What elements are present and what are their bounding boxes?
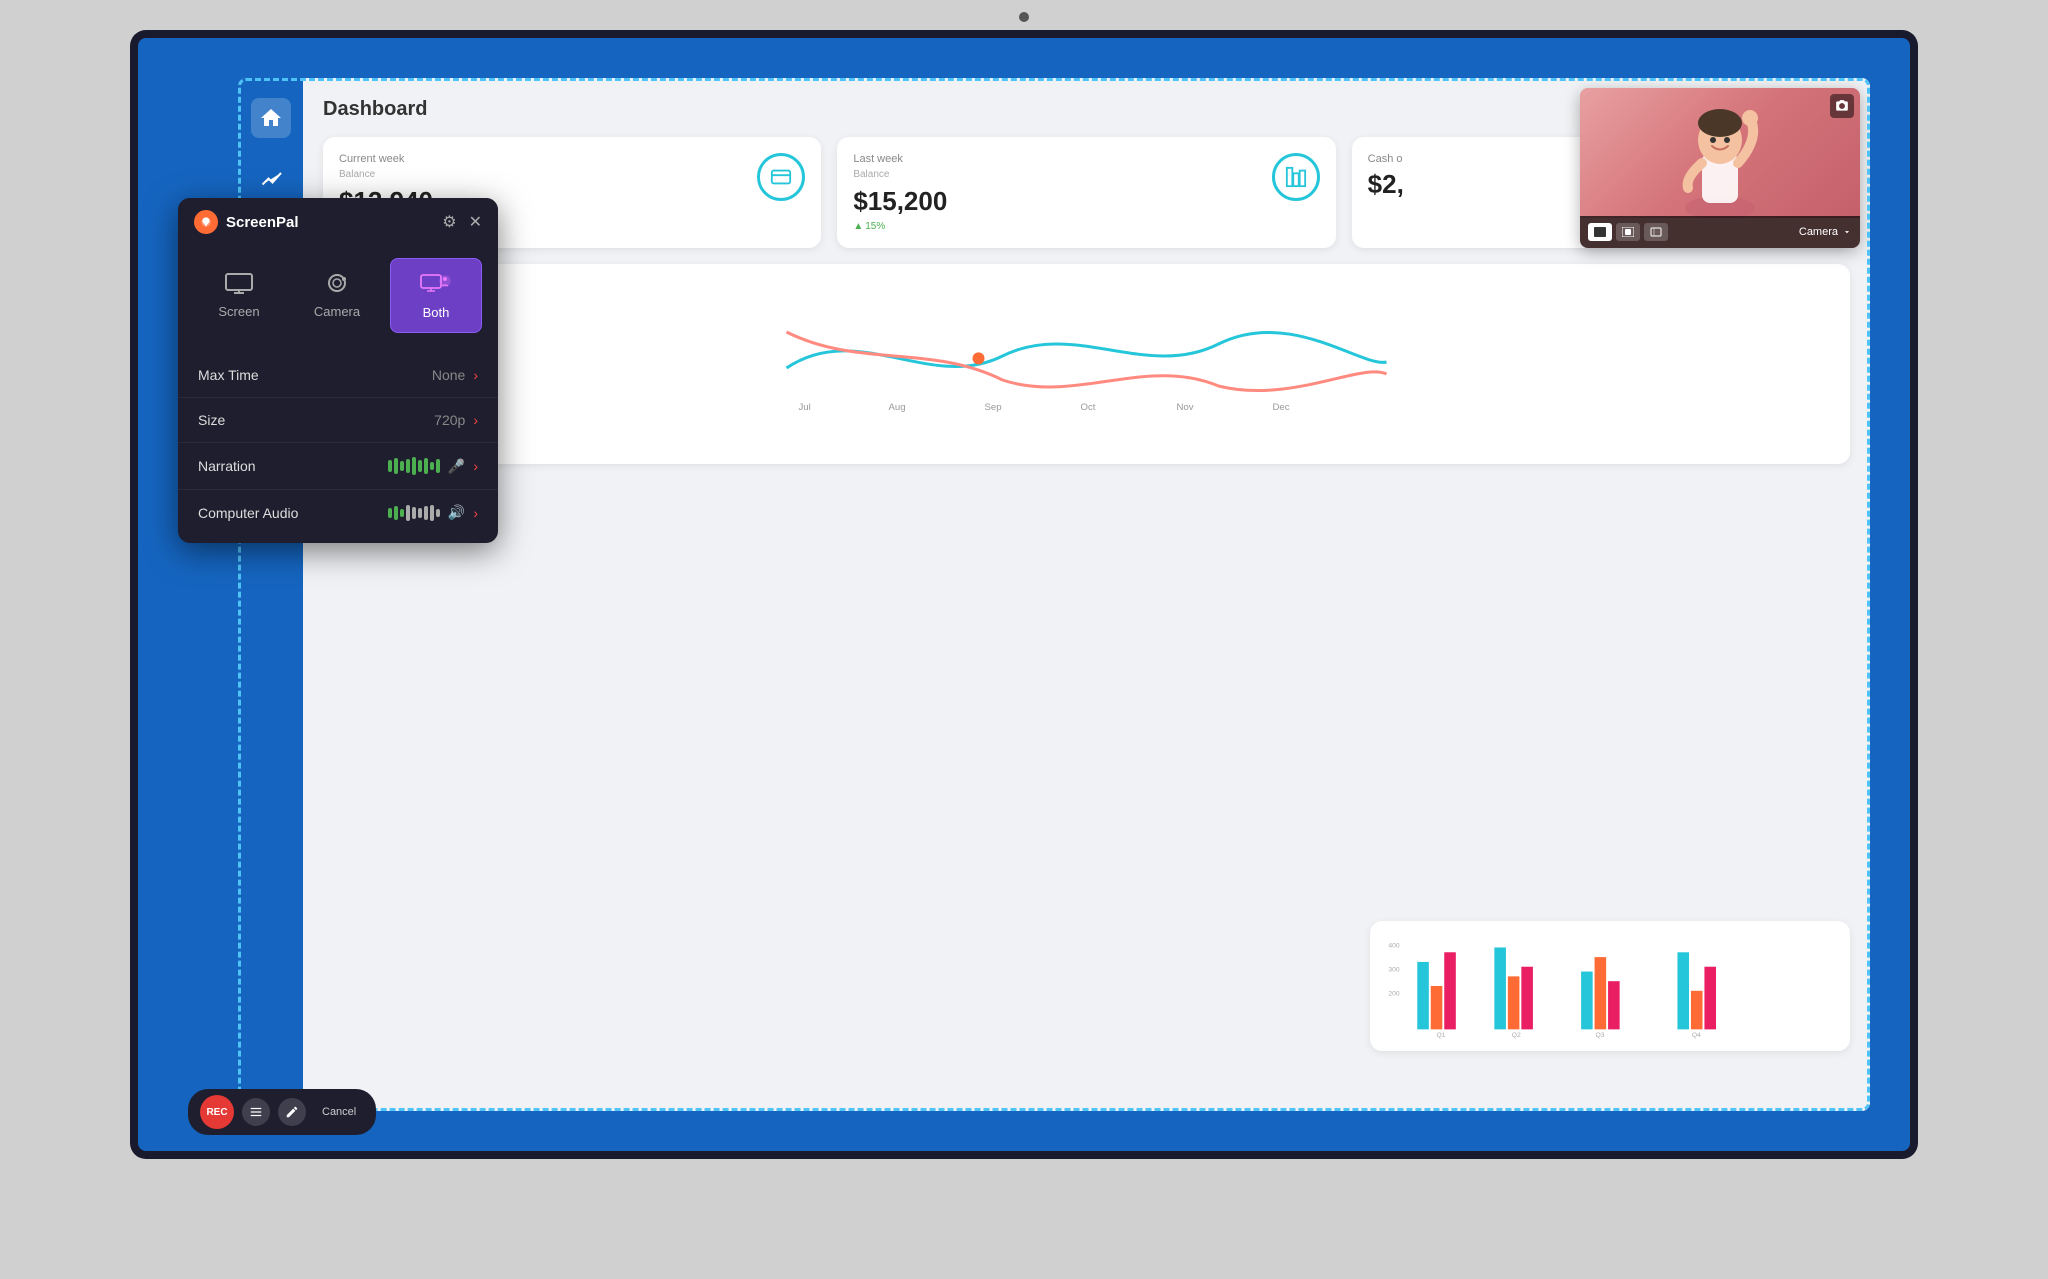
brand-icon — [194, 210, 218, 234]
svg-text:Jul: Jul — [799, 402, 811, 413]
settings-list: Max Time None › Size 720p › — [178, 345, 498, 543]
svg-text:Q3: Q3 — [1596, 1032, 1605, 1039]
laptop-shell: Dashboard Current week Balance $12,940 — [0, 0, 2048, 1279]
settings-item-narration[interactable]: Narration — [178, 443, 498, 490]
line-chart-svg: Jul Aug Sep Oct Nov Dec — [339, 296, 1834, 416]
laptop-camera — [1019, 12, 1029, 22]
camera-icon-button[interactable] — [1830, 94, 1854, 118]
card-period-3: Cash o — [1368, 153, 1404, 165]
svg-text:200: 200 — [1388, 991, 1399, 998]
svg-text:Q4: Q4 — [1692, 1032, 1701, 1039]
laptop-screen-border: Dashboard Current week Balance $12,940 — [130, 30, 1918, 1159]
svg-text:300: 300 — [1388, 967, 1399, 974]
card-sublabel-2: Balance — [853, 169, 947, 180]
settings-button[interactable]: ⚙ — [442, 212, 456, 232]
card-trend-2: ▲15% — [853, 221, 947, 232]
svg-text:Oct: Oct — [1081, 402, 1096, 413]
narration-mic-icon: 🎤 — [448, 458, 465, 475]
tab-both[interactable]: Both — [390, 258, 482, 333]
cam-btn-group — [1588, 223, 1668, 241]
svg-text:Aug: Aug — [889, 402, 906, 413]
svg-text:Sep: Sep — [985, 402, 1002, 413]
line-chart-card: $326,00 Jul Aug Sep Oct — [323, 264, 1850, 464]
settings-label-computer-audio: Computer Audio — [198, 505, 298, 521]
svg-text:400: 400 — [1388, 942, 1399, 949]
computer-audio-arrow: › — [473, 505, 478, 521]
settings-value-narration: 🎤 › — [388, 457, 478, 475]
camera-preview: Camera — [1580, 88, 1860, 248]
settings-value-maxtime: None › — [432, 367, 478, 383]
settings-label-narration: Narration — [198, 458, 256, 474]
brand-name: ScreenPal — [226, 214, 299, 231]
dialog-header: ScreenPal ⚙ ✕ — [178, 198, 498, 246]
card-value-2: $15,200 — [853, 186, 947, 217]
camera-tab-icon — [321, 270, 353, 298]
settings-label-maxtime: Max Time — [198, 367, 259, 383]
dialog-header-buttons: ⚙ ✕ — [442, 212, 482, 232]
settings-item-size[interactable]: Size 720p › — [178, 398, 498, 443]
svg-text:Q2: Q2 — [1512, 1032, 1521, 1039]
tab-camera[interactable]: Camera — [292, 258, 382, 333]
bottom-toolbar: REC Cancel — [188, 1089, 376, 1135]
cam-btn-small[interactable] — [1644, 223, 1668, 241]
card-last-week: Last week Balance $15,200 ▲15% — [837, 137, 1335, 248]
sidebar-item-home[interactable] — [251, 98, 291, 138]
camera-label: Camera — [1799, 226, 1852, 238]
sidebar-item-analytics[interactable] — [251, 158, 291, 198]
toolbar-edit-button[interactable] — [278, 1098, 306, 1126]
computer-audio-bars — [388, 505, 440, 521]
cancel-button[interactable]: Cancel — [314, 1102, 364, 1122]
tab-screen-label: Screen — [218, 304, 259, 319]
dialog-brand: ScreenPal — [194, 210, 299, 234]
toolbar-list-button[interactable] — [242, 1098, 270, 1126]
tab-camera-label: Camera — [314, 304, 360, 319]
settings-label-size: Size — [198, 412, 225, 428]
maxtime-value: None — [432, 367, 465, 383]
camera-preview-img — [1580, 88, 1860, 218]
card-period-2: Last week — [853, 153, 947, 165]
card-icon-1 — [757, 153, 805, 201]
computer-audio-speaker-icon: 🔊 — [448, 504, 465, 521]
camera-controls: Camera — [1580, 216, 1860, 248]
both-tab-icon — [420, 271, 452, 299]
tab-both-label: Both — [423, 305, 450, 320]
mode-tabs: Screen Camera — [178, 246, 498, 345]
bar-chart-svg: 400 300 200 — [1382, 933, 1838, 1039]
size-value: 720p — [434, 412, 465, 428]
maxtime-arrow: › — [473, 367, 478, 383]
card-icon-2 — [1272, 153, 1320, 201]
settings-value-computer-audio: 🔊 › — [388, 504, 478, 521]
size-arrow: › — [473, 412, 478, 428]
rec-button[interactable]: REC — [200, 1095, 234, 1129]
narration-arrow: › — [473, 458, 478, 474]
narration-audio-bars — [388, 457, 440, 475]
person-figure — [1660, 88, 1780, 218]
settings-item-computer-audio[interactable]: Computer Audio — [178, 490, 498, 535]
svg-text:Dec: Dec — [1273, 402, 1290, 413]
settings-item-maxtime[interactable]: Max Time None › — [178, 353, 498, 398]
cam-btn-full[interactable] — [1588, 223, 1612, 241]
tab-screen[interactable]: Screen — [194, 258, 284, 333]
screenpal-dialog: ScreenPal ⚙ ✕ — [178, 198, 498, 543]
cam-btn-half[interactable] — [1616, 223, 1640, 241]
svg-text:Nov: Nov — [1177, 402, 1194, 413]
card-period-1: Current week — [339, 153, 433, 165]
card-value-3: $2, — [1368, 169, 1404, 200]
screen-tab-icon — [223, 270, 255, 298]
card-sublabel-1: Balance — [339, 169, 433, 180]
settings-value-size: 720p › — [434, 412, 478, 428]
bar-chart-container: 400 300 200 — [1370, 921, 1850, 1051]
svg-text:Q1: Q1 — [1437, 1032, 1446, 1039]
line-chart-value: $326,00 — [339, 280, 1834, 292]
close-button[interactable]: ✕ — [469, 212, 482, 232]
laptop-screen: Dashboard Current week Balance $12,940 — [138, 38, 1910, 1151]
